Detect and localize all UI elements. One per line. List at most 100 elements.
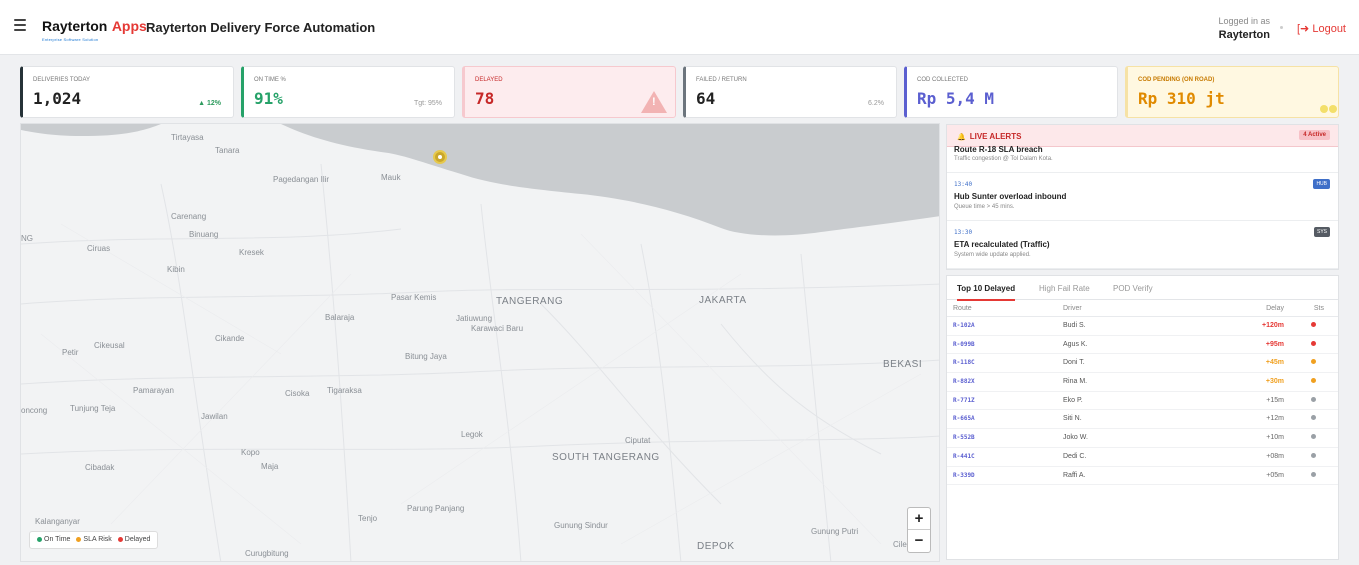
motorbike-icon (1320, 99, 1338, 113)
delay-value: +30m (1265, 378, 1284, 386)
delivery-map[interactable]: Tirtayasa Tanara Mauk Pagedangan Ilir Ca… (20, 123, 940, 562)
map-label: Cibadak (85, 463, 115, 472)
delay-value: +12m (1266, 415, 1284, 423)
map-label: BEKASI (883, 359, 923, 370)
zoom-in-button[interactable]: + (908, 508, 930, 530)
logout-button[interactable]: [➜ Logout (1297, 22, 1346, 35)
alert-item[interactable]: Route R-18 SLA breach Traffic congestion… (947, 145, 1338, 173)
table-header: Route Driver Delay Sts (947, 300, 1338, 317)
map-label: Jatiuwung (456, 314, 493, 323)
table-body: R-102A Budi S. +120m R-099B Agus K. +95m R-118… (947, 317, 1338, 486)
tab-pod-verify[interactable]: POD Verify (1113, 284, 1153, 293)
map-label: Kresek (239, 248, 264, 257)
map-label: Pasar Kemis (391, 293, 437, 302)
map-label: Tigaraksa (327, 386, 362, 395)
alerts-header: 🔔 LIVE ALERTS 4 Active (947, 125, 1338, 147)
route-link[interactable]: R-118C (953, 359, 975, 366)
table-row[interactable]: R-441C Dedi C. +08m (947, 448, 1338, 467)
user-name: Rayterton (1218, 29, 1270, 41)
map-label: Tenjo (358, 514, 378, 523)
kpi-value: 64 (696, 89, 716, 108)
alert-title: Hub Sunter overload inbound (954, 192, 1067, 201)
map-label: DEPOK (697, 541, 735, 552)
route-link[interactable]: R-441C (953, 453, 975, 460)
alerts-count-badge: 4 Active (1299, 130, 1330, 140)
kpi-value: 1,024 (33, 89, 82, 108)
map-legend: On Time SLA Risk Delayed (29, 531, 159, 549)
driver-name: Dedi C. (1063, 452, 1087, 460)
route-link[interactable]: R-771Z (953, 397, 975, 404)
table-row[interactable]: R-665A Siti N. +12m (947, 410, 1338, 430)
map-label: Karawaci Baru (471, 324, 524, 333)
status-dot (1311, 434, 1316, 441)
route-link[interactable]: R-882X (953, 378, 975, 385)
alert-desc: Queue time > 45 mins. (954, 204, 1015, 210)
status-dot (1311, 471, 1316, 479)
delay-table-panel: Top 10 Delayed High Fail Rate POD Verify… (946, 275, 1339, 560)
kpi-card-delayed: DELAYED 78 ! (462, 66, 676, 118)
table-row[interactable]: R-771Z Eko P. +15m (947, 392, 1338, 411)
alert-time: 13:30 (954, 229, 973, 236)
map-base (21, 124, 939, 561)
tab-high-fail-rate[interactable]: High Fail Rate (1039, 284, 1090, 293)
legend-on-time: On Time (44, 536, 71, 543)
map-label: Carenang (171, 212, 207, 221)
route-link[interactable]: R-665A (953, 415, 975, 422)
kpi-rate: 6.2% (868, 100, 884, 107)
map-label: Pamarayan (133, 386, 174, 395)
delivery-pin-sla-risk[interactable] (433, 150, 447, 164)
route-link[interactable]: R-339D (953, 472, 975, 479)
map-label: Binuang (189, 230, 219, 239)
map-label: Gunung Putri (811, 527, 859, 536)
kpi-card-failed: FAILED / RETURN 64 6.2% (683, 66, 897, 118)
map-label: oncong (21, 406, 48, 415)
map-label: Kibin (167, 265, 185, 274)
col-delay: Delay (1266, 305, 1284, 312)
col-route: Route (953, 305, 972, 312)
kpi-card-cod-collected: COD COLLECTED Rp 5,4 M (904, 66, 1118, 118)
map-label: Gunung Sindur (554, 521, 608, 530)
brand-logo[interactable]: Rayterton Apps Enterprise Software Solut… (42, 18, 147, 42)
menu-icon[interactable] (14, 19, 26, 33)
alert-tag: SYS (1313, 227, 1330, 237)
driver-name: Eko P. (1063, 396, 1083, 404)
zoom-out-button[interactable]: − (908, 530, 930, 552)
table-row[interactable]: R-339D Raffi A. +05m (947, 467, 1338, 486)
logout-icon: [➜ (1297, 23, 1313, 35)
alert-item[interactable]: 13:40 Hub Sunter overload inbound Queue … (947, 173, 1338, 221)
map-label: Cisoka (285, 389, 310, 398)
status-dot (1311, 340, 1316, 348)
route-link[interactable]: R-102A (953, 322, 975, 329)
logout-label: Logout (1312, 23, 1346, 35)
alert-title: ETA recalculated (Traffic) (954, 240, 1050, 249)
alert-desc: Traffic congestion @ Tol Dalam Kota. (954, 156, 1053, 162)
table-row[interactable]: R-552B Joko W. +10m (947, 429, 1338, 448)
status-dot (1311, 322, 1316, 329)
alert-item[interactable]: 13:30 ETA recalculated (Traffic) System … (947, 221, 1338, 269)
table-row[interactable]: R-118C Doni T. +45m (947, 354, 1338, 374)
alert-desc: System wide update applied. (954, 252, 1031, 258)
kpi-value: Rp 310 jt (1138, 89, 1225, 108)
logged-in-label: Logged in as (1218, 16, 1270, 26)
map-label: Cikande (215, 334, 245, 343)
brand-accent: Apps (111, 18, 147, 34)
kpi-trend: ▲ 12% (198, 100, 221, 107)
tab-top-10-delayed[interactable]: Top 10 Delayed (957, 284, 1016, 301)
route-link[interactable]: R-099B (953, 341, 975, 348)
col-driver: Driver (1063, 305, 1082, 312)
table-row[interactable]: R-099B Agus K. +95m (947, 336, 1338, 355)
brand-main: Rayterton (42, 18, 108, 34)
table-row[interactable]: R-882X Rina M. +30m (947, 373, 1338, 392)
table-row[interactable]: R-102A Budi S. +120m (947, 317, 1338, 336)
map-label: Cikeusal (94, 341, 125, 350)
map-label: Ciputat (625, 436, 651, 445)
route-link[interactable]: R-552B (953, 434, 975, 441)
warning-icon: ! (641, 91, 667, 113)
delay-value: +95m (1265, 340, 1284, 348)
status-dot (1311, 396, 1316, 404)
map-label: Parung Panjang (407, 504, 465, 513)
delay-value: +15m (1266, 396, 1284, 404)
map-label: Balaraja (325, 313, 355, 322)
map-label: Kopo (241, 448, 260, 457)
driver-name: Agus K. (1063, 340, 1088, 348)
